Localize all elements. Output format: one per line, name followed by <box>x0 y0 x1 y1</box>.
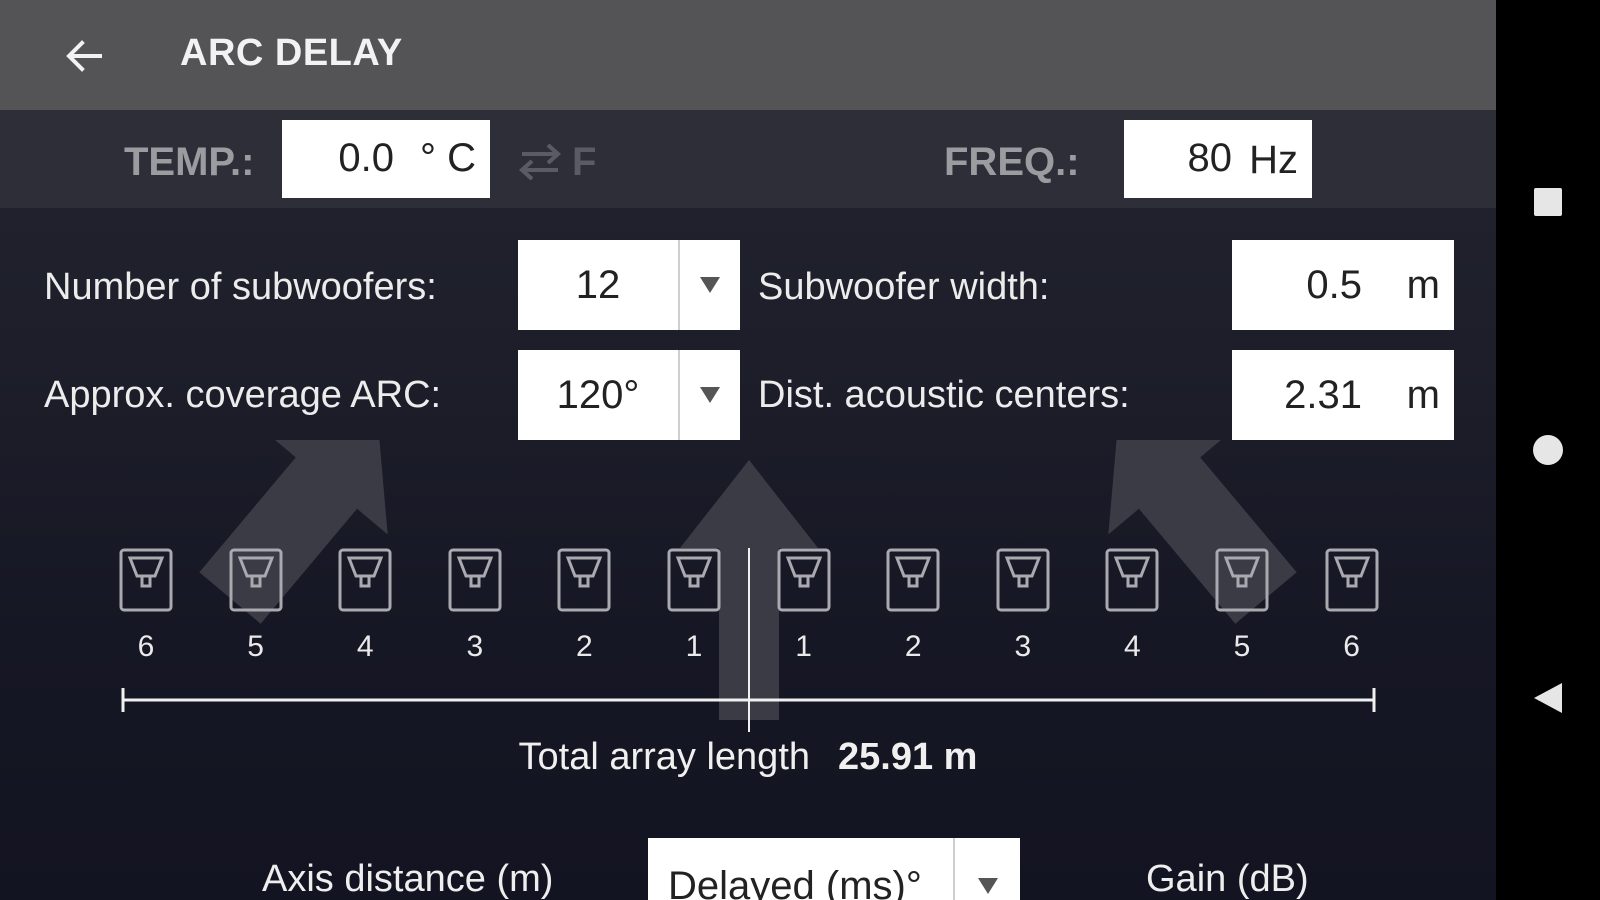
delay-mode-select[interactable]: Delayed (ms)° <box>648 838 1020 900</box>
dropdown-arrow-icon <box>680 240 740 330</box>
coverage-arc-label: Approx. coverage ARC: <box>44 374 442 416</box>
total-array-length-label: Total array length <box>518 736 811 778</box>
circle-icon <box>1533 435 1563 465</box>
freq-unit: Hz <box>1249 138 1298 182</box>
dist-acoustic-centers-value: 2.31 <box>1284 373 1362 417</box>
fahrenheit-label: F <box>572 139 597 184</box>
subwoofer-width-label: Subwoofer width: <box>758 266 1050 308</box>
freq-label: FREQ.: <box>944 140 1080 184</box>
temp-value: 0.0 <box>338 136 394 180</box>
coverage-arc-value: 120° <box>556 373 640 417</box>
dropdown-arrow-icon <box>955 838 1020 900</box>
arrow-left-icon <box>66 40 102 72</box>
coverage-arc-select[interactable]: 120° <box>518 350 740 440</box>
freq-input[interactable]: 80 Hz <box>1124 120 1312 198</box>
subwoofer-width-input[interactable]: 0.5 m <box>1232 240 1454 330</box>
temp-label: TEMP.: <box>124 140 255 184</box>
dist-acoustic-centers-label: Dist. acoustic centers: <box>758 374 1130 416</box>
dist-acoustic-centers-input[interactable]: 2.31 m <box>1232 350 1454 440</box>
array-length-line <box>121 548 1376 732</box>
square-icon <box>1534 188 1562 216</box>
num-subwoofers-value: 12 <box>575 263 621 307</box>
home-button[interactable] <box>1524 426 1572 474</box>
freq-value: 80 <box>1187 136 1233 180</box>
unit-swap-toggle[interactable]: F <box>516 138 596 186</box>
delay-mode-value: Delayed (ms)° <box>668 864 922 900</box>
triangle-back-icon <box>1534 683 1562 713</box>
total-array-length: Total array length 25.91 m <box>0 736 1496 779</box>
swap-arrows-icon <box>519 143 561 181</box>
dropdown-arrow-icon <box>680 350 740 440</box>
gain-header: Gain (dB) <box>1146 858 1309 900</box>
num-subwoofers-label: Number of subwoofers: <box>44 266 437 308</box>
top-app-bar: ARC DELAY <box>0 0 1496 110</box>
back-button[interactable] <box>58 30 110 82</box>
app-screen: ARC DELAY TEMP.: 0.0 ° C F FREQ.: 80 Hz … <box>0 0 1496 900</box>
page-title: ARC DELAY <box>180 32 403 74</box>
subwoofer-width-unit: m <box>1406 263 1440 307</box>
dist-acoustic-centers-unit: m <box>1406 373 1440 417</box>
num-subwoofers-select[interactable]: 12 <box>518 240 740 330</box>
system-navigation-bar <box>1496 0 1600 900</box>
temp-unit: ° C <box>420 136 476 180</box>
total-array-length-value: 25.91 m <box>838 736 978 778</box>
subwoofer-width-value: 0.5 <box>1306 263 1362 307</box>
axis-distance-header: Axis distance (m) <box>262 858 554 900</box>
recents-button[interactable] <box>1524 178 1572 226</box>
back-nav-button[interactable] <box>1524 674 1572 722</box>
temp-input[interactable]: 0.0 ° C <box>282 120 490 198</box>
